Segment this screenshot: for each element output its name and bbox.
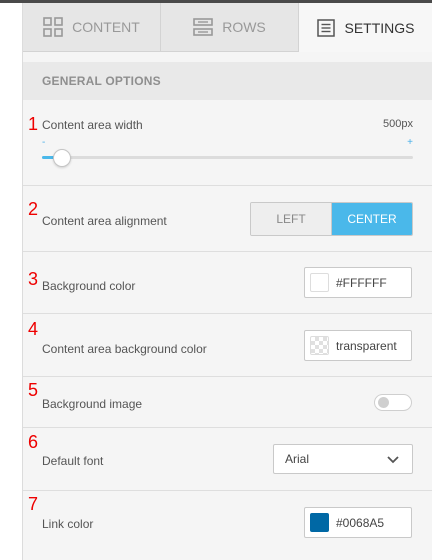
width-slider-handle[interactable] xyxy=(52,149,71,167)
annotation-number: 6 xyxy=(28,432,39,452)
setting-label: Default font xyxy=(42,454,104,468)
slider-max-label: + xyxy=(407,137,413,148)
tab-content[interactable]: CONTENT xyxy=(23,3,161,52)
tab-bar: CONTENT ROWS SETTINGS xyxy=(23,3,432,52)
tab-settings-label: SETTINGS xyxy=(344,19,415,36)
setting-default-font: 6 Default font Arial xyxy=(23,428,432,491)
annotation-number: 5 xyxy=(28,380,39,400)
width-value: 500px xyxy=(383,118,413,130)
tab-rows[interactable]: ROWS xyxy=(161,3,299,52)
setting-label: Content area background color xyxy=(42,342,207,356)
setting-label: Content area alignment xyxy=(42,214,167,228)
annotation-number: 4 xyxy=(28,319,39,339)
tab-content-label: CONTENT xyxy=(72,19,140,35)
alignment-toggle-group: LEFT CENTER xyxy=(250,202,413,236)
toggle-knob xyxy=(378,397,389,408)
link-color-value: #0068A5 xyxy=(336,515,385,530)
annotation-number: 2 xyxy=(28,199,39,219)
setting-alignment: 2 Content area alignment LEFT CENTER xyxy=(23,186,432,252)
annotation-number: 1 xyxy=(28,114,39,134)
color-swatch xyxy=(310,273,329,292)
annotation-number: 7 xyxy=(28,494,39,514)
rows-icon xyxy=(193,17,214,37)
background-color-picker[interactable]: #FFFFFF xyxy=(304,267,412,298)
setting-label: Background image xyxy=(42,397,143,411)
setting-label: Link color xyxy=(42,517,94,531)
setting-content-bg-color: 4 Content area background color transpar… xyxy=(23,314,432,377)
content-bg-color-value: transparent xyxy=(336,338,397,353)
link-color-picker[interactable]: #0068A5 xyxy=(304,507,412,538)
setting-background-color: 3 Background color #FFFFFF xyxy=(23,252,432,314)
tab-settings[interactable]: SETTINGS xyxy=(299,3,432,52)
align-center-button[interactable]: CENTER xyxy=(332,203,412,235)
section-title: GENERAL OPTIONS xyxy=(23,62,432,100)
default-font-value: Arial xyxy=(285,452,310,466)
chevron-down-icon xyxy=(386,454,400,468)
setting-label: Content area width xyxy=(42,118,143,132)
background-color-value: #FFFFFF xyxy=(336,275,387,290)
left-margin xyxy=(0,3,22,560)
default-font-select[interactable]: Arial xyxy=(273,444,413,474)
transparent-swatch-icon xyxy=(310,336,329,355)
setting-link-color: 7 Link color #0068A5 xyxy=(23,491,432,560)
slider-min-label: - xyxy=(42,137,46,148)
grid-icon xyxy=(43,17,63,37)
content-bg-color-picker[interactable]: transparent xyxy=(304,330,412,361)
tab-rows-label: ROWS xyxy=(222,19,266,35)
align-left-button[interactable]: LEFT xyxy=(251,203,332,235)
setting-background-image: 5 Background image xyxy=(23,377,432,428)
settings-document-icon xyxy=(317,18,336,37)
background-image-toggle[interactable] xyxy=(374,394,412,411)
settings-panel: CONTENT ROWS SETTINGS GENERAL OPTIONS 1 … xyxy=(22,3,432,560)
width-slider-track[interactable] xyxy=(42,156,413,159)
setting-label: Background color xyxy=(42,279,136,293)
annotation-number: 3 xyxy=(28,269,39,289)
setting-content-width: 1 Content area width 500px - + xyxy=(23,100,432,186)
color-swatch xyxy=(310,513,329,532)
